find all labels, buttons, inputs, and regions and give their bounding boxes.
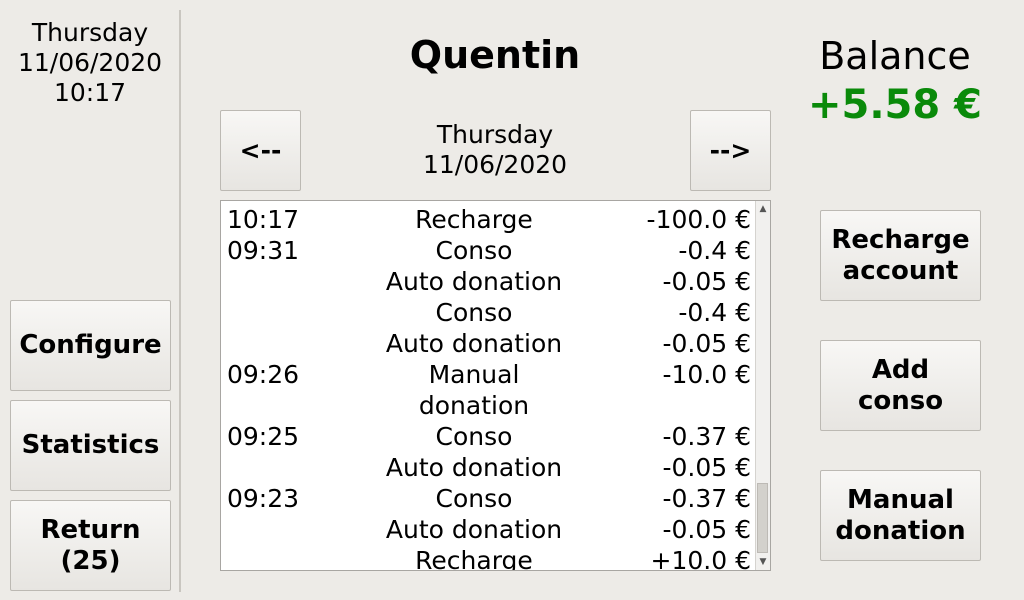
- transaction-time: [221, 390, 341, 421]
- transaction-row: Auto donation -0.05 €: [221, 328, 757, 359]
- transaction-amount: -0.05 €: [662, 267, 751, 296]
- add-conso-label-1: Add: [871, 354, 930, 385]
- transaction-time: 09:31: [227, 236, 300, 265]
- configure-button[interactable]: Configure: [10, 300, 171, 391]
- current-clock: Thursday 11/06/2020 10:17: [0, 18, 180, 108]
- transaction-label: Auto donation: [385, 329, 563, 358]
- user-name: Quentin: [409, 33, 581, 77]
- transaction-row: 09:26 Manual -10.0 €: [221, 359, 757, 390]
- transaction-row: Auto donation -0.05 €: [221, 452, 757, 483]
- transaction-row: 10:17 Recharge -100.0 €: [221, 204, 757, 235]
- transaction-label: Auto donation: [385, 453, 563, 482]
- configure-button-label: Configure: [19, 330, 162, 360]
- transaction-label: Conso: [435, 298, 513, 327]
- arrow-down-icon[interactable]: ▼: [756, 555, 770, 569]
- transaction-time: 09:23: [227, 484, 300, 513]
- manual-donation-label-2: donation: [835, 515, 966, 546]
- list-scrollbar[interactable]: ▲ ▼: [755, 201, 770, 570]
- transaction-row: Conso -0.4 €: [221, 297, 757, 328]
- transaction-amount: -10.0 €: [662, 360, 751, 389]
- transaction-amount: +10.0 €: [650, 546, 751, 571]
- transaction-row: donation: [221, 390, 757, 421]
- recharge-account-label-2: account: [842, 255, 959, 286]
- transaction-label: Conso: [435, 422, 513, 451]
- next-day-button[interactable]: -->: [690, 110, 771, 191]
- transaction-amount: -100.0 €: [646, 205, 751, 234]
- transaction-time: 09:26: [227, 360, 300, 389]
- clock-date: 11/06/2020: [17, 48, 163, 77]
- arrow-up-icon[interactable]: ▲: [756, 202, 770, 216]
- statistics-button[interactable]: Statistics: [10, 400, 171, 491]
- transaction-label: Auto donation: [385, 267, 563, 296]
- transaction-amount: -0.4 €: [678, 236, 751, 265]
- balance-label: Balance: [819, 34, 971, 78]
- manual-donation-label-1: Manual: [847, 484, 954, 515]
- add-conso-button[interactable]: Add conso: [820, 340, 981, 431]
- transaction-row: 09:23 Conso -0.37 €: [221, 483, 757, 514]
- statistics-button-label: Statistics: [21, 430, 160, 460]
- transaction-amount: -0.05 €: [662, 515, 751, 544]
- transaction-time: [221, 545, 341, 570]
- selected-day: Thursday 11/06/2020: [305, 120, 685, 180]
- clock-day: Thursday: [31, 18, 149, 47]
- transaction-amount: -0.37 €: [662, 422, 751, 451]
- transaction-row: 09:25 Conso -0.37 €: [221, 421, 757, 452]
- return-button-label: Return: [40, 514, 141, 545]
- transaction-amount: -0.4 €: [678, 298, 751, 327]
- transaction-time: [221, 266, 341, 297]
- next-day-label: -->: [709, 136, 752, 165]
- transaction-amount: -0.05 €: [662, 329, 751, 358]
- previous-day-button[interactable]: <--: [220, 110, 301, 191]
- transaction-label: Conso: [435, 236, 513, 265]
- transaction-amount: [607, 390, 757, 421]
- clock-time: 10:17: [53, 78, 127, 107]
- transaction-label: Auto donation: [385, 515, 563, 544]
- transaction-amount: -0.05 €: [662, 453, 751, 482]
- selected-day-name: Thursday: [436, 120, 554, 149]
- transaction-label: Manual: [428, 360, 520, 389]
- scrollbar-thumb[interactable]: [757, 483, 768, 553]
- transaction-time: 10:17: [227, 205, 300, 234]
- transaction-time: [221, 452, 341, 483]
- transaction-time: [221, 328, 341, 359]
- return-countdown: (25): [60, 545, 121, 576]
- transaction-rows: 10:17 Recharge -100.0 €09:31 Conso -0.4 € Aut…: [221, 204, 757, 571]
- manual-donation-button[interactable]: Manual donation: [820, 470, 981, 561]
- transaction-row: Auto donation -0.05 €: [221, 514, 757, 545]
- transaction-time: [221, 514, 341, 545]
- recharge-account-label-1: Recharge: [831, 224, 970, 255]
- selected-day-date: 11/06/2020: [422, 150, 568, 179]
- transaction-list[interactable]: 10:17 Recharge -100.0 €09:31 Conso -0.4 € Aut…: [220, 200, 771, 571]
- transaction-row: Auto donation -0.05 €: [221, 266, 757, 297]
- return-button[interactable]: Return (25): [10, 500, 171, 591]
- transaction-time: 09:25: [227, 422, 300, 451]
- previous-day-label: <--: [239, 136, 282, 165]
- recharge-account-button[interactable]: Recharge account: [820, 210, 981, 301]
- vertical-divider: [179, 10, 181, 592]
- add-conso-label-2: conso: [857, 385, 944, 416]
- transaction-label: Conso: [435, 484, 513, 513]
- transaction-label: donation: [418, 391, 530, 420]
- transaction-amount: -0.37 €: [662, 484, 751, 513]
- transaction-time: [221, 297, 341, 328]
- transaction-row: 09:31 Conso -0.4 €: [221, 235, 757, 266]
- balance-value: +5.58 €: [808, 82, 982, 128]
- transaction-label: Recharge: [415, 546, 533, 571]
- transaction-label: Recharge: [415, 205, 533, 234]
- transaction-row: Recharge +10.0 €: [221, 545, 757, 571]
